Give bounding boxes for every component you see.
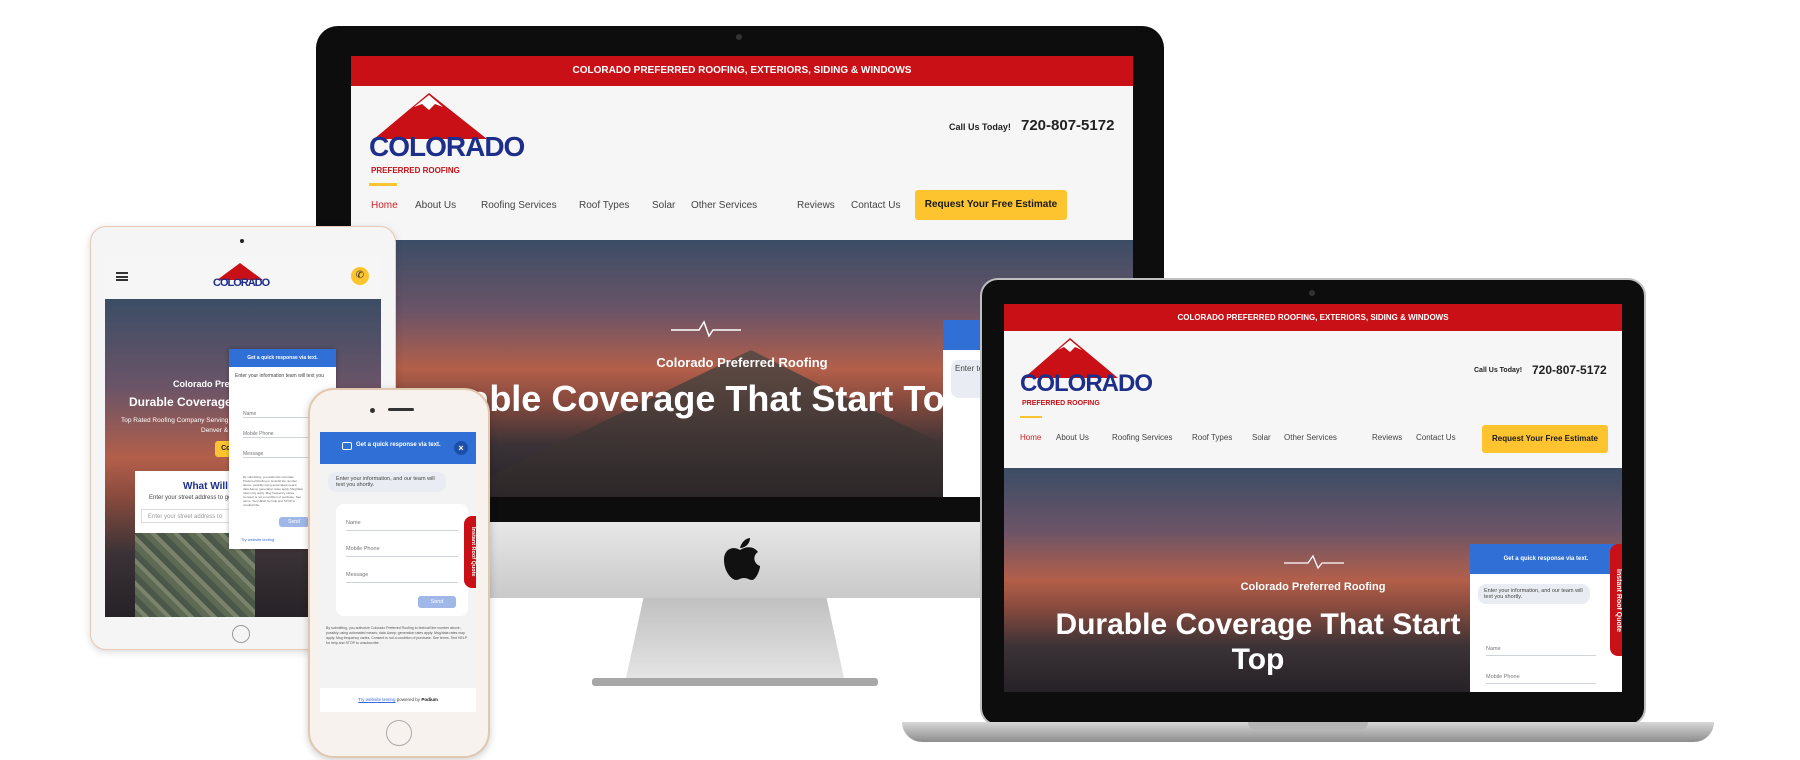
- laptop-lid: COLORADO PREFERRED ROOFING, EXTERIORS, S…: [980, 278, 1646, 726]
- tablet-home-button[interactable]: [232, 625, 250, 643]
- laptop-chat-phone[interactable]: Mobile Phone: [1486, 674, 1596, 684]
- laptop-nav-home[interactable]: Home: [1020, 433, 1041, 442]
- laptop-chat-widget: Get a quick response via text. Enter you…: [1470, 544, 1622, 692]
- desktop-camera: [736, 34, 742, 40]
- phone-home-button[interactable]: [386, 720, 412, 746]
- tablet-chat-footer[interactable]: Try website texting: [241, 537, 274, 542]
- main-nav: Home About Us Roofing Services Roof Type…: [369, 200, 969, 216]
- site-logo[interactable]: COLORADO PREFERRED ROOFING: [369, 91, 525, 186]
- laptop-logo-underline: [1020, 416, 1042, 418]
- laptop-nav-other-services[interactable]: Other Services: [1284, 433, 1337, 442]
- site-header: COLORADO PREFERRED ROOFING Call Us Today…: [351, 86, 1133, 240]
- phone-send-button[interactable]: Send: [418, 596, 456, 608]
- laptop-nav-contact[interactable]: Contact Us: [1416, 433, 1456, 442]
- hamburger-icon[interactable]: [116, 272, 128, 281]
- phone-chat-form: Name Mobile Phone Message Send: [336, 504, 468, 616]
- try-texting-link[interactable]: Try website texting: [358, 697, 395, 702]
- laptop-nav-roof-types[interactable]: Roof Types: [1192, 433, 1232, 442]
- top-banner: COLORADO PREFERRED ROOFING, EXTERIORS, S…: [351, 56, 1133, 86]
- desktop-stand: [626, 598, 844, 678]
- laptop-chat-intro: Enter your information, and our team wil…: [1478, 584, 1590, 604]
- phone-speaker: [388, 408, 414, 411]
- logo-tagline: PREFERRED ROOFING: [371, 166, 460, 175]
- phone-icon[interactable]: ✆: [351, 267, 369, 285]
- tablet-logo-wordmark: COLORADO: [213, 277, 270, 289]
- phone-chat-disclaimer: By submitting, you authorize Colorado Pr…: [326, 626, 468, 645]
- phone-camera: [370, 408, 375, 413]
- powered-by-label: powered by: [396, 697, 421, 702]
- phone-mobile-input[interactable]: Mobile Phone: [346, 546, 458, 557]
- tablet-chat-send[interactable]: Send: [279, 517, 309, 527]
- tablet-chat-header: Get a quick response via text.: [229, 349, 336, 367]
- desktop-base: [592, 678, 878, 686]
- laptop-nav-roofing-services[interactable]: Roofing Services: [1112, 433, 1172, 442]
- laptop-chat-name[interactable]: Name: [1486, 646, 1596, 656]
- logo-underline: [369, 183, 397, 186]
- laptop-hero: Colorado Preferred Roofing Durable Cover…: [1004, 468, 1622, 692]
- laptop-request-estimate-button[interactable]: Request Your Free Estimate: [1482, 425, 1608, 453]
- nav-roofing-services[interactable]: Roofing Services: [481, 200, 557, 211]
- laptop-chat-header: Get a quick response via text.: [1470, 544, 1622, 574]
- laptop-logo-wordmark: COLORADO: [1020, 370, 1153, 397]
- laptop-pulse-line-icon: [1284, 554, 1344, 570]
- tablet-camera: [240, 239, 244, 243]
- phone-number[interactable]: 720-807-5172: [1021, 117, 1114, 134]
- nav-home[interactable]: Home: [371, 200, 398, 211]
- phone-screen: Get a quick response via text. × Enter y…: [320, 432, 476, 712]
- laptop-instant-quote-tab[interactable]: Instant Roof Quote: [1610, 544, 1622, 656]
- tablet-hero-body: Top Rated Roofing Company Serving Littl: [121, 417, 241, 424]
- tablet-chat-disclaimer: By submitting, you authorize Colorado Pr…: [243, 475, 303, 507]
- laptop-notch: [1248, 722, 1368, 730]
- tablet-logo[interactable]: COLORADO: [213, 261, 273, 295]
- laptop-header: COLORADO PREFERRED ROOFING Call Us Today…: [1004, 331, 1622, 468]
- laptop-top-banner: COLORADO PREFERRED ROOFING, EXTERIORS, S…: [1004, 304, 1622, 331]
- nav-contact[interactable]: Contact Us: [851, 200, 900, 211]
- laptop-logo-tagline: PREFERRED ROOFING: [1022, 400, 1100, 407]
- laptop-base: [902, 722, 1714, 742]
- request-estimate-button[interactable]: Request Your Free Estimate: [915, 190, 1067, 220]
- phone-message-input[interactable]: Message: [346, 572, 458, 583]
- chat-bubble-icon: [342, 442, 352, 450]
- laptop-nav: Home About Us Roofing Services Roof Type…: [1020, 433, 1456, 447]
- laptop-screen: COLORADO PREFERRED ROOFING, EXTERIORS, S…: [1004, 304, 1622, 692]
- nav-roof-types[interactable]: Roof Types: [579, 200, 629, 211]
- nav-other-services[interactable]: Other Services: [691, 200, 757, 211]
- nav-reviews[interactable]: Reviews: [797, 200, 835, 211]
- laptop-logo[interactable]: COLORADO PREFERRED ROOFING: [1020, 336, 1153, 421]
- laptop-hero-title: Durable Coverage That Start Top: [1055, 608, 1461, 676]
- laptop-call-label: Call Us Today!: [1474, 367, 1523, 374]
- laptop-nav-about[interactable]: About Us: [1056, 433, 1089, 442]
- phone-chat-header: Get a quick response via text. ×: [320, 432, 476, 464]
- laptop-nav-reviews[interactable]: Reviews: [1372, 433, 1402, 442]
- laptop-camera: [1309, 290, 1315, 296]
- tablet-header: COLORADO ✆: [105, 255, 381, 299]
- nav-about[interactable]: About Us: [415, 200, 456, 211]
- tablet-card-text: Enter your street address to get: [149, 495, 234, 501]
- laptop-nav-solar[interactable]: Solar: [1252, 433, 1271, 442]
- tablet-chat-intro: Enter your information team will text yo…: [235, 373, 324, 379]
- apple-logo-icon: [724, 538, 760, 580]
- logo-wordmark: COLORADO: [369, 131, 525, 162]
- laptop-phone-number[interactable]: 720-807-5172: [1532, 363, 1607, 377]
- call-label: Call Us Today!: [949, 122, 1011, 132]
- podium-brand: Podium: [421, 697, 438, 702]
- phone-chat-footer: Try website texting powered by Podium: [320, 688, 476, 712]
- phone-device: Get a quick response via text. × Enter y…: [308, 388, 490, 758]
- pulse-line-icon: [671, 320, 741, 338]
- instant-quote-tab[interactable]: Instant Roof Quote: [464, 516, 476, 588]
- nav-solar[interactable]: Solar: [652, 200, 675, 211]
- phone-chat-intro: Enter your information, and our team wil…: [328, 472, 446, 492]
- phone-name-input[interactable]: Name: [346, 520, 458, 531]
- close-icon[interactable]: ×: [454, 441, 468, 455]
- phone-chat-title: Get a quick response via text.: [356, 442, 441, 448]
- hero-title-partial: rable Coverage That Start Top: [455, 378, 967, 419]
